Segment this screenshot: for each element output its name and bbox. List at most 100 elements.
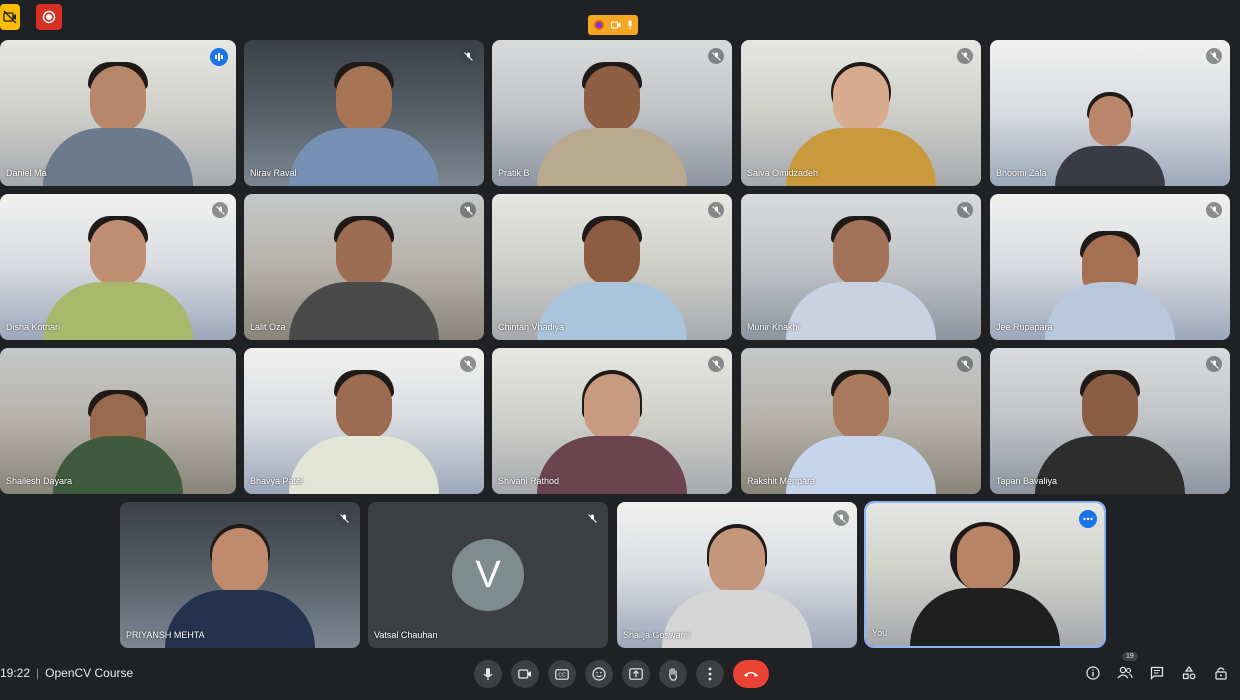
browser-sharing-indicator[interactable] — [588, 15, 638, 35]
participant-name: Pratik B — [498, 168, 530, 178]
present-icon — [629, 668, 643, 680]
camera-icon — [611, 21, 621, 29]
raise-hand-button[interactable] — [659, 660, 687, 688]
video-feed — [43, 216, 193, 340]
bottom-toolbar: 19:22 | OpenCV Course CC 19 — [0, 652, 1240, 700]
camera-off-indicator-icon[interactable] — [0, 4, 20, 30]
participant-tile[interactable]: Saiva Omidzadeh — [741, 40, 981, 186]
mic-off-icon — [212, 202, 228, 218]
video-feed — [1055, 92, 1165, 186]
participant-name: Nirav Raval — [250, 168, 297, 178]
mic-off-icon — [708, 48, 724, 64]
call-controls: CC — [474, 660, 769, 688]
participant-name: Bhavya Patel — [250, 476, 304, 486]
participant-tile[interactable]: PRIYANSH MEHTA — [120, 502, 360, 648]
participant-name: Lalit Oza — [250, 322, 286, 332]
mic-icon — [482, 667, 494, 681]
participant-name: Tapan Bavaliya — [996, 476, 1058, 486]
participant-tile[interactable]: Chintan Vhadiya — [492, 194, 732, 340]
side-panel-controls: 19 — [1084, 652, 1230, 682]
more-options-icon[interactable] — [1079, 510, 1097, 528]
participant-tile[interactable]: Rakshit Menpara — [741, 348, 981, 494]
video-feed — [910, 522, 1060, 646]
mic-off-icon — [957, 48, 973, 64]
mic-button[interactable] — [474, 660, 502, 688]
avatar: V — [452, 539, 524, 611]
camera-button[interactable] — [511, 660, 539, 688]
participant-name: Rakshit Menpara — [747, 476, 816, 486]
mic-off-icon — [460, 202, 476, 218]
participant-name: Shailja Goswami — [623, 630, 691, 640]
info-button[interactable] — [1084, 664, 1102, 682]
participant-name: Disha Kothari — [6, 322, 61, 332]
participant-name: Shivani Rathod — [498, 476, 560, 486]
more-options-icon — [708, 667, 712, 681]
raise-hand-icon — [667, 667, 679, 681]
self-view-tile[interactable]: You — [864, 501, 1106, 648]
participant-tile[interactable]: Disha Kothari — [0, 194, 236, 340]
end-call-button[interactable] — [733, 660, 769, 688]
participant-tile[interactable]: V Vatsal Chauhan — [368, 502, 608, 648]
mic-off-icon — [833, 510, 849, 526]
emoji-button[interactable] — [585, 660, 613, 688]
host-controls-button[interactable] — [1212, 664, 1230, 682]
video-feed — [537, 62, 687, 186]
mic-off-icon — [460, 48, 476, 64]
end-call-icon — [743, 670, 759, 678]
participant-name: Saiva Omidzadeh — [747, 168, 819, 178]
participant-name: Shailesh Dayara — [6, 476, 73, 486]
emoji-icon — [592, 667, 606, 681]
video-feed — [289, 62, 439, 186]
captions-button[interactable]: CC — [548, 660, 576, 688]
participant-name: Chintan Vhadiya — [498, 322, 565, 332]
speaking-indicator-icon — [210, 48, 228, 66]
recording-icon[interactable] — [36, 4, 62, 30]
participant-tile[interactable]: Lalit Oza — [244, 194, 484, 340]
video-feed — [786, 216, 936, 340]
participant-tile[interactable]: Munir Khakhi — [741, 194, 981, 340]
participant-tile[interactable]: Pratik B — [492, 40, 732, 186]
participant-tile[interactable]: Bhoomi Zala — [990, 40, 1230, 186]
chat-button[interactable] — [1148, 664, 1166, 682]
participant-tile[interactable]: Shivani Rathod — [492, 348, 732, 494]
video-feed — [43, 62, 193, 186]
video-feed — [53, 390, 183, 494]
more-options-button[interactable] — [696, 660, 724, 688]
participant-tile[interactable]: Tapan Bavaliya — [990, 348, 1230, 494]
separator: | — [36, 666, 40, 680]
video-feed — [1045, 231, 1175, 340]
meeting-info: 19:22 | OpenCV Course — [0, 666, 133, 680]
participant-tile[interactable]: Bhavya Patel — [244, 348, 484, 494]
participant-name: Vatsal Chauhan — [374, 630, 438, 640]
video-feed — [537, 370, 687, 494]
present-button[interactable] — [622, 660, 650, 688]
mic-off-icon — [460, 356, 476, 372]
mic-off-icon — [957, 202, 973, 218]
participant-tile[interactable]: Shailesh Dayara — [0, 348, 236, 494]
top-indicators — [0, 4, 62, 30]
participant-tile[interactable]: Nirav Raval — [244, 40, 484, 186]
participant-tile[interactable]: Daniel Ma — [0, 40, 236, 186]
people-button[interactable]: 19 — [1116, 652, 1138, 682]
participant-tile[interactable]: Jee Rupapara — [990, 194, 1230, 340]
participant-name: PRIYANSH MEHTA — [126, 630, 205, 640]
host-controls-icon — [1214, 666, 1228, 680]
participant-name: You — [872, 628, 888, 638]
video-feed — [289, 216, 439, 340]
video-feed — [289, 370, 439, 494]
browser-icon — [593, 19, 605, 31]
activities-icon — [1182, 666, 1196, 680]
people-icon — [1117, 666, 1133, 680]
participant-count-badge: 19 — [1122, 652, 1138, 661]
activities-button[interactable] — [1180, 664, 1198, 682]
chat-icon — [1150, 666, 1164, 680]
mic-off-icon — [1206, 202, 1222, 218]
participant-name: Daniel Ma — [6, 168, 47, 178]
mic-off-icon — [708, 356, 724, 372]
svg-text:CC: CC — [558, 672, 566, 678]
participant-name: Bhoomi Zala — [996, 168, 1047, 178]
mic-off-icon — [584, 510, 600, 526]
camera-icon — [518, 669, 532, 679]
participant-tile[interactable]: Shailja Goswami — [617, 502, 857, 648]
mic-off-icon — [708, 202, 724, 218]
